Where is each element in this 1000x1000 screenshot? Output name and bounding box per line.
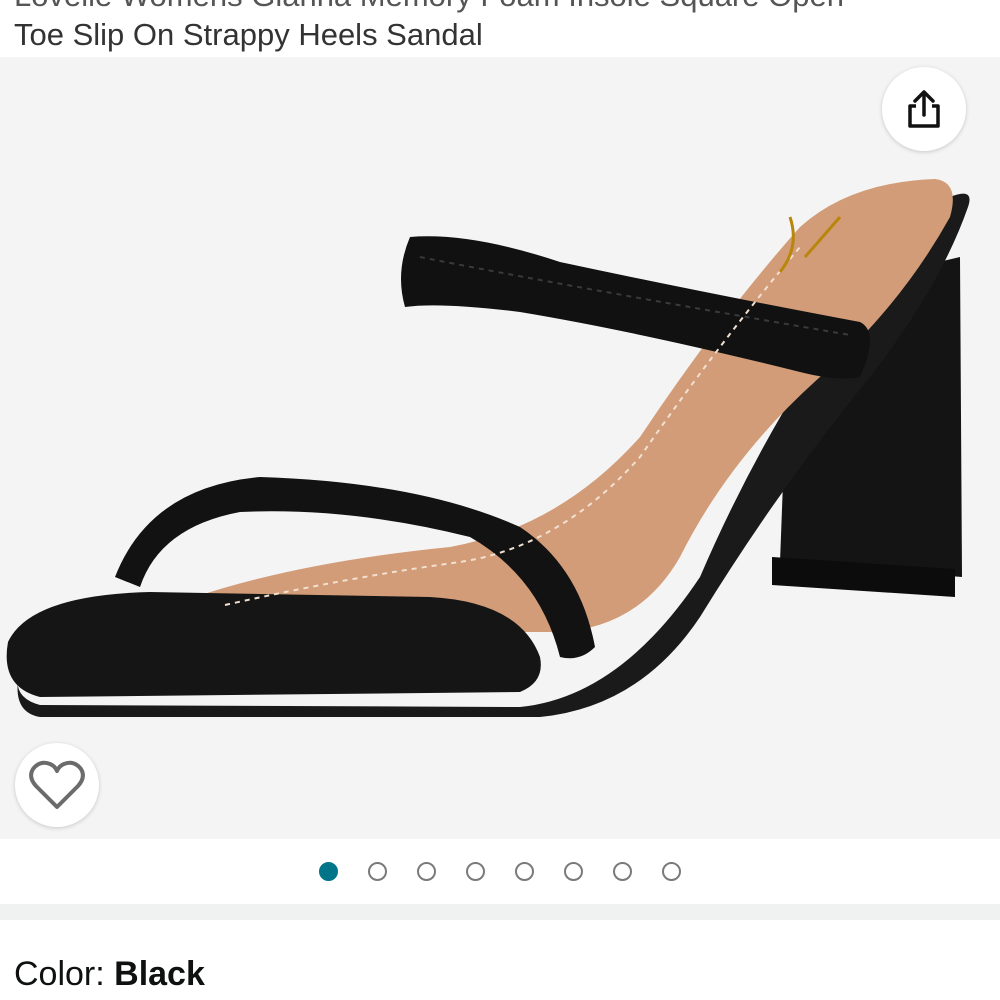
wishlist-button[interactable] — [15, 743, 99, 827]
section-divider — [0, 904, 1000, 920]
pagination-dot[interactable] — [515, 861, 534, 881]
pagination-dot[interactable] — [319, 861, 338, 881]
color-value: Black — [114, 955, 205, 993]
share-button[interactable] — [882, 67, 966, 151]
product-title-line-1: Lovelle Womens Gianna Memory Foam Insole… — [14, 0, 844, 14]
product-image-gallery[interactable] — [0, 57, 1000, 839]
pagination-dot[interactable] — [466, 861, 485, 881]
pagination-dot[interactable] — [613, 861, 632, 881]
product-image[interactable] — [0, 57, 1000, 839]
pagination-dot[interactable] — [368, 861, 387, 881]
heart-outline-icon — [29, 760, 85, 809]
share-icon — [908, 90, 940, 128]
pagination-dot[interactable] — [662, 861, 681, 881]
product-title-line-2: Toe Slip On Strappy Heels Sandal — [14, 17, 483, 52]
color-label: Color: — [14, 955, 115, 993]
color-variation: Color: Black — [14, 954, 205, 994]
pagination-dot[interactable] — [564, 861, 583, 881]
pagination-dot[interactable] — [417, 861, 436, 881]
image-pagination — [0, 840, 1000, 902]
